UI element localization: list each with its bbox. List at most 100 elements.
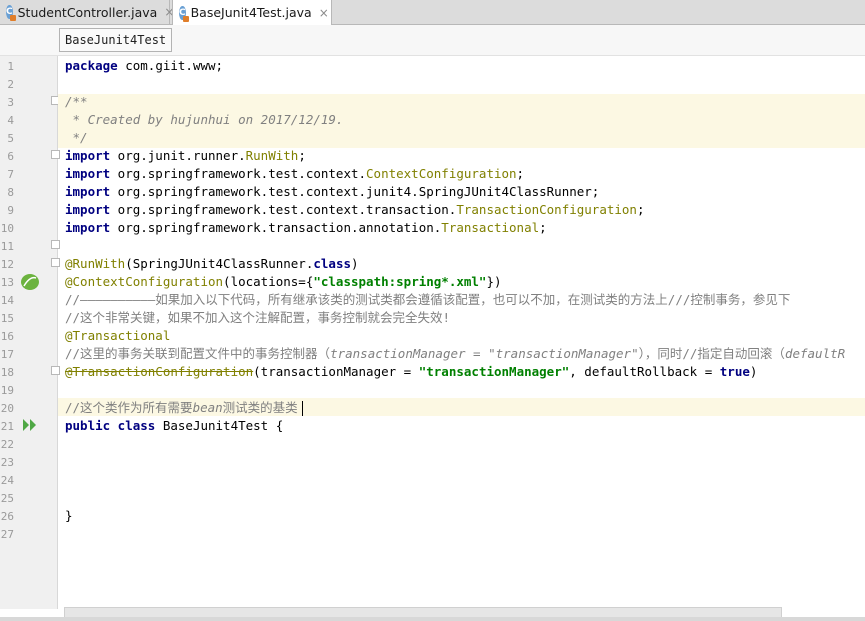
editor-tab-bar: C StudentController.java × C BaseJunit4T…: [0, 0, 865, 25]
line-number: 10: [0, 222, 14, 235]
deprecated-annotation: @TransactionConfiguration: [65, 364, 254, 379]
run-test-icon[interactable]: [22, 418, 38, 432]
code-text: (transactionManager =: [253, 364, 419, 379]
code-line-9[interactable]: import org.springframework.test.context.…: [65, 201, 645, 219]
code-line-10[interactable]: import org.springframework.transaction.a…: [65, 219, 547, 237]
breadcrumb-bar: BaseJunit4Test: [0, 25, 865, 56]
code-line-7[interactable]: import org.springframework.test.context.…: [65, 165, 524, 183]
code-line-26[interactable]: }: [65, 507, 73, 525]
line-gutter[interactable]: 1 2 3 4 5 6 7 8 9 10 11 12 13 14 15 16 1…: [0, 56, 60, 609]
code-text: (SpringJUnit4ClassRunner.: [125, 256, 314, 271]
line-number: 6: [7, 150, 14, 163]
keyword: import: [65, 202, 111, 217]
line-number: 20: [0, 402, 14, 415]
breadcrumb[interactable]: BaseJunit4Test: [59, 28, 173, 52]
line-number: 16: [0, 330, 14, 343]
code-text: BaseJunit4Test {: [155, 418, 284, 433]
line-number: 3: [7, 96, 14, 109]
line-number: 7: [7, 168, 14, 181]
string-literal: "classpath:spring*.xml": [313, 274, 487, 289]
line-number: 2: [7, 78, 14, 91]
line-number: 13: [0, 276, 14, 289]
code-line-5[interactable]: */: [65, 129, 88, 147]
line-number: 14: [0, 294, 14, 307]
tab-label: BaseJunit4Test.java: [190, 5, 312, 20]
unused-import: TransactionConfiguration: [456, 202, 637, 217]
code-text: ;: [298, 148, 306, 163]
code-text: ): [351, 256, 359, 271]
keyword: import: [65, 166, 111, 181]
comment-text: 测试类的基类: [222, 400, 298, 415]
unused-import: Transactional: [441, 220, 540, 235]
code-text: org.springframework.transaction.annotati…: [110, 220, 442, 235]
code-line-8[interactable]: import org.springframework.test.context.…: [65, 183, 599, 201]
close-icon[interactable]: ×: [319, 6, 329, 20]
line-number: 21: [0, 420, 14, 433]
code-line-17[interactable]: //这里的事务关联到配置文件中的事务控制器（transactionManager…: [65, 345, 845, 363]
keyword: package: [65, 58, 118, 73]
line-number: 23: [0, 456, 14, 469]
keyword: import: [65, 184, 111, 199]
line-number: 25: [0, 492, 14, 505]
code-text: , defaultRollback =: [569, 364, 720, 379]
code-line-15[interactable]: //这个非常关键，如果不加入这个注解配置，事务控制就会完全失效!: [65, 309, 450, 327]
tab-base-junit4-test[interactable]: C BaseJunit4Test.java ×: [172, 0, 332, 25]
code-text: com.giit.www;: [117, 58, 224, 73]
line-number: 11: [0, 240, 14, 253]
keyword: public class: [65, 418, 156, 433]
spring-leaf-icon[interactable]: [20, 273, 40, 291]
code-line-4[interactable]: * Created by hujunhui on 2017/12/19.: [65, 111, 344, 129]
line-number: 5: [7, 132, 14, 145]
keyword: import: [65, 220, 111, 235]
keyword: class: [313, 256, 352, 271]
line-number: 15: [0, 312, 14, 325]
comment-code: bean: [192, 400, 223, 415]
line-number: 9: [7, 204, 14, 217]
line-number: 18: [0, 366, 14, 379]
code-line-13[interactable]: @ContextConfiguration(locations={"classp…: [65, 273, 502, 291]
code-text: (locations={: [223, 274, 314, 289]
code-line-20[interactable]: //这个类作为所有需要bean测试类的基类: [65, 399, 303, 417]
line-number: 12: [0, 258, 14, 271]
code-text: org.springframework.test.context.junit4.…: [110, 184, 600, 199]
code-text: org.junit.runner.: [110, 148, 246, 163]
code-line-1[interactable]: package com.giit.www;: [65, 57, 223, 75]
code-text: ;: [636, 202, 645, 217]
line-number: 8: [7, 186, 14, 199]
comment-code: defaultR: [784, 346, 846, 361]
keyword: import: [65, 148, 111, 163]
line-number: 26: [0, 510, 14, 523]
comment-text: //这个类作为所有需要: [65, 400, 193, 415]
line-number: 4: [7, 114, 14, 127]
code-text: ;: [516, 166, 525, 181]
code-line-3[interactable]: /**: [65, 93, 88, 111]
code-line-18[interactable]: @TransactionConfiguration(transactionMan…: [65, 363, 757, 381]
string-literal: "transactionManager": [418, 364, 570, 379]
code-text: org.springframework.test.context.: [110, 166, 367, 181]
unused-import: ContextConfiguration: [366, 166, 517, 181]
comment-code: transactionManager = "transactionManager…: [330, 346, 639, 361]
line-number: 22: [0, 438, 14, 451]
unused-import: RunWith: [245, 148, 299, 163]
code-line-21[interactable]: public class BaseJunit4Test {: [65, 417, 283, 435]
code-text: ;: [539, 220, 547, 235]
code-line-6[interactable]: import org.junit.runner.RunWith;: [65, 147, 306, 165]
code-line-16[interactable]: @Transactional: [65, 327, 170, 345]
class-icon: C: [179, 5, 189, 22]
comment-text: //这里的事务关联到配置文件中的事务控制器（: [65, 346, 331, 361]
line-number: 24: [0, 474, 14, 487]
text-caret: [301, 401, 303, 416]
keyword: true: [719, 364, 750, 379]
tab-label: StudentController.java: [17, 4, 158, 20]
code-text: ): [749, 364, 758, 379]
code-line-14[interactable]: //——————————如果加入以下代码，所有继承该类的测试类都会遵循该配置，也…: [65, 291, 790, 309]
line-number: 19: [0, 384, 14, 397]
code-editor[interactable]: package com.giit.www; /** * Created by h…: [58, 56, 865, 609]
annotation: @ContextConfiguration: [65, 274, 224, 289]
code-text: org.springframework.test.context.transac…: [110, 202, 457, 217]
tab-student-controller[interactable]: C StudentController.java ×: [0, 0, 174, 24]
line-number: 17: [0, 348, 14, 361]
status-strip: [0, 617, 865, 621]
code-text: }): [486, 274, 502, 289]
code-line-12[interactable]: @RunWith(SpringJUnit4ClassRunner.class): [65, 255, 359, 273]
